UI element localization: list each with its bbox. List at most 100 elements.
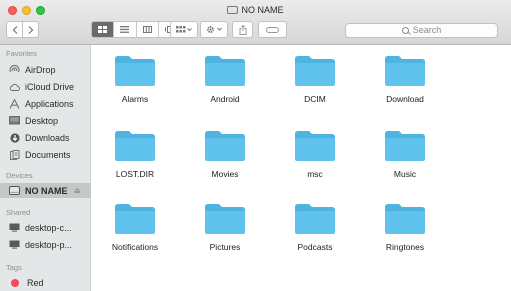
applications-icon xyxy=(9,98,20,109)
file-grid: Alarms Android DCIM Download LOST.DIR Mo… xyxy=(92,45,511,291)
view-mode-selector xyxy=(91,21,181,38)
file-name: Pictures xyxy=(209,242,241,252)
sidebar-item-label: iCloud Drive xyxy=(25,81,75,92)
sidebar-item-documents[interactable]: Documents xyxy=(0,147,91,162)
file-name: Ringtones xyxy=(385,242,425,252)
folder-icon xyxy=(205,204,245,234)
file-name: Movies xyxy=(211,169,239,179)
back-button[interactable] xyxy=(6,21,23,38)
sidebar: Favorites AirDrop iCloud Drive Applicati… xyxy=(0,45,91,291)
arrange-button[interactable] xyxy=(170,21,198,38)
favorites-heading: Favorites xyxy=(6,49,37,58)
folder-item[interactable]: LOST.DIR xyxy=(92,130,178,179)
tag-button[interactable] xyxy=(258,21,287,38)
column-view-icon xyxy=(142,26,152,33)
folder-icon xyxy=(295,56,335,86)
sidebar-item-label: desktop-p... xyxy=(25,239,73,250)
icon-view-icon xyxy=(98,26,108,33)
file-name: Download xyxy=(386,94,424,104)
file-name: Notifications xyxy=(111,242,159,252)
folder-item[interactable]: Ringtones xyxy=(362,203,448,252)
share-button[interactable] xyxy=(232,21,253,38)
file-name: LOST.DIR xyxy=(115,169,155,179)
tags-heading: Tags xyxy=(6,263,22,272)
sidebar-item-label: Desktop xyxy=(25,115,59,126)
tag-icon xyxy=(266,26,279,33)
sidebar-item-label: Downloads xyxy=(25,132,70,143)
cloud-icon xyxy=(9,82,20,92)
downloads-icon xyxy=(9,132,20,143)
gear-icon xyxy=(207,26,222,33)
file-name: DCIM xyxy=(304,94,326,104)
drive-icon xyxy=(227,6,239,14)
column-view-button[interactable] xyxy=(137,22,159,37)
folder-item[interactable]: DCIM xyxy=(272,55,358,104)
folder-icon xyxy=(115,56,155,86)
sidebar-item-downloads[interactable]: Downloads xyxy=(0,130,91,145)
folder-item[interactable]: Movies xyxy=(182,130,268,179)
folder-icon xyxy=(295,131,335,161)
folder-item[interactable]: Pictures xyxy=(182,203,268,252)
folder-icon xyxy=(385,131,425,161)
window-title-text: NO NAME xyxy=(241,5,284,15)
red-tag-dot xyxy=(11,278,19,287)
devices-heading: Devices xyxy=(6,171,33,180)
folder-item[interactable]: Alarms xyxy=(92,55,178,104)
file-name: Music xyxy=(393,169,417,179)
sidebar-item-no-name[interactable]: NO NAME ⏏ xyxy=(0,183,91,198)
drive-icon xyxy=(9,186,20,196)
folder-item[interactable]: Podcasts xyxy=(272,203,358,252)
folder-item[interactable]: Notifications xyxy=(92,203,178,252)
eject-icon[interactable]: ⏏ xyxy=(74,186,82,195)
search-placeholder: Search xyxy=(412,25,442,35)
sidebar-item-label: Documents xyxy=(25,149,71,160)
sidebar-item-desktop[interactable]: Desktop xyxy=(0,113,91,128)
folder-icon xyxy=(115,131,155,161)
folder-item[interactable]: Music xyxy=(362,130,448,179)
folder-icon xyxy=(385,204,425,234)
title-bar: NO NAME Search xyxy=(0,0,511,45)
share-icon xyxy=(239,24,246,35)
sidebar-item-label: NO NAME xyxy=(25,185,68,196)
sidebar-item-label: desktop-c... xyxy=(25,222,72,233)
file-name: Podcasts xyxy=(297,242,333,252)
chevron-left-icon xyxy=(12,25,17,34)
folder-item[interactable]: msc xyxy=(272,130,358,179)
chevron-right-icon xyxy=(28,25,33,34)
airdrop-icon xyxy=(9,64,20,75)
sidebar-item-label: Red xyxy=(27,277,44,288)
folder-icon xyxy=(205,131,245,161)
file-name: msc xyxy=(307,169,323,179)
finder-window: NO NAME Search Favorites AirDrop iCloud … xyxy=(0,0,511,291)
folder-icon xyxy=(205,56,245,86)
search-field[interactable]: Search xyxy=(345,23,498,38)
sidebar-item-applications[interactable]: Applications xyxy=(0,96,91,111)
folder-icon xyxy=(385,56,425,86)
shared-heading: Shared xyxy=(6,208,31,217)
sidebar-item-tag-red[interactable]: Red xyxy=(0,275,91,290)
file-name: Android xyxy=(210,94,240,104)
file-name: Alarms xyxy=(121,94,149,104)
search-icon xyxy=(401,27,409,34)
sidebar-item-icloud-drive[interactable]: iCloud Drive xyxy=(0,79,91,94)
documents-icon xyxy=(9,149,20,160)
folder-icon xyxy=(115,204,155,234)
arrange-grid-icon xyxy=(176,25,192,32)
folder-icon xyxy=(295,204,335,234)
sidebar-item-airdrop[interactable]: AirDrop xyxy=(0,62,91,77)
window-title: NO NAME xyxy=(0,5,511,15)
sidebar-item-label: Applications xyxy=(25,98,74,109)
icon-view-button[interactable] xyxy=(92,22,115,37)
sidebar-item-shared-computer-2[interactable]: desktop-p... xyxy=(0,237,91,252)
forward-button[interactable] xyxy=(22,21,39,38)
list-view-icon xyxy=(120,26,130,33)
sidebar-item-label: AirDrop xyxy=(25,64,56,75)
computer-icon xyxy=(9,240,20,250)
action-button[interactable] xyxy=(200,21,228,38)
folder-item[interactable]: Android xyxy=(182,55,268,104)
desktop-icon xyxy=(9,116,20,126)
folder-item[interactable]: Download xyxy=(362,55,448,104)
computer-icon xyxy=(9,223,20,233)
list-view-button[interactable] xyxy=(114,22,137,37)
sidebar-item-shared-computer-1[interactable]: desktop-c... xyxy=(0,220,91,235)
